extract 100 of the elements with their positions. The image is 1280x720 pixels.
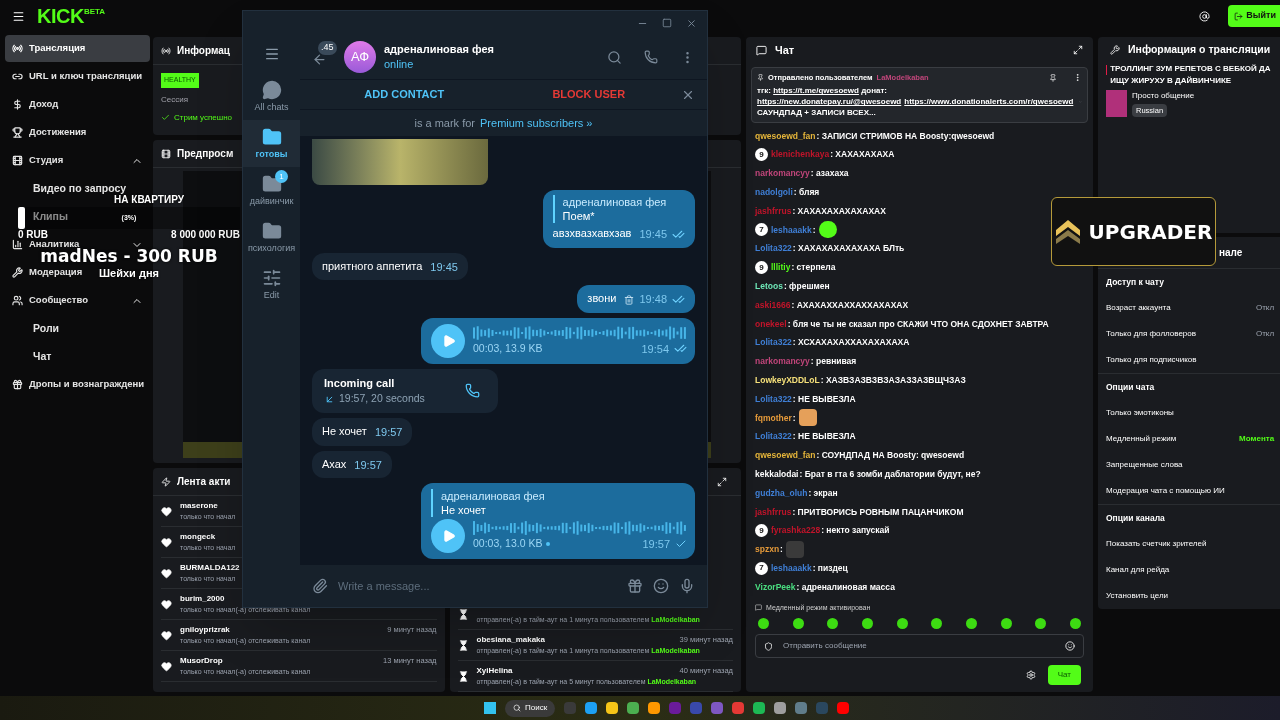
message-input[interactable]: Отправить сообщение: [783, 640, 1055, 652]
chat-username[interactable]: narkomancyy: [755, 355, 810, 368]
emote-icon[interactable]: [1069, 618, 1081, 629]
chat-username[interactable]: Lolita322: [755, 392, 792, 406]
unread-count: .45: [318, 41, 337, 55]
premium-link[interactable]: Premium subscribers »: [480, 114, 593, 132]
microphone-icon[interactable]: [679, 578, 695, 594]
chat-username[interactable]: gudzha_oluh: [755, 486, 808, 500]
settings-label[interactable]: Установить цели: [1106, 590, 1169, 602]
emote-icon[interactable]: [758, 618, 769, 629]
menu-icon[interactable]: [263, 46, 280, 62]
play-button[interactable]: [431, 519, 465, 553]
settings-label[interactable]: Модерация чата с помощью ИИ: [1106, 485, 1225, 497]
chat-username[interactable]: fqmother: [755, 411, 792, 425]
folder-tab[interactable]: психология: [243, 214, 300, 261]
more-icon[interactable]: [1073, 73, 1082, 83]
settings-label[interactable]: Медленный режим: [1106, 433, 1177, 445]
sidebar-item[interactable]: Трансляция: [5, 35, 150, 62]
emote-icon[interactable]: [861, 618, 873, 629]
emote-icon[interactable]: [792, 618, 804, 629]
settings-icon[interactable]: [1025, 670, 1036, 680]
gift-icon[interactable]: [627, 578, 643, 594]
sidebar-item[interactable]: Дропы и вознаграждени: [5, 376, 152, 393]
chat-username[interactable]: leshaaakk: [771, 223, 812, 237]
taskbar-app-icon[interactable]: [606, 702, 619, 714]
folder-tab[interactable]: All chats: [243, 73, 300, 120]
exit-button[interactable]: Выйти: [1228, 5, 1280, 27]
sidebar-item[interactable]: Достижения: [5, 124, 94, 141]
maximize-icon[interactable]: [662, 18, 672, 28]
expand-icon[interactable]: [717, 476, 727, 487]
settings-label[interactable]: Только для фолловеров: [1106, 328, 1196, 340]
message-input[interactable]: Write a message...: [338, 577, 617, 595]
chat-username[interactable]: spzxn: [755, 543, 780, 556]
pinned-link[interactable]: https://t.me/qwesoewd: [773, 86, 859, 96]
taskbar-app-icon[interactable]: [585, 702, 598, 714]
chat-username[interactable]: leshaaakk: [771, 561, 812, 575]
emote-icon[interactable]: [1035, 618, 1047, 629]
settings-label[interactable]: Запрещенные слова: [1106, 459, 1183, 471]
pinned-link[interactable]: https://new.donatepay.ru/@qwesoewd: [757, 97, 902, 107]
expand-icon[interactable]: [1073, 45, 1083, 55]
sidebar-item[interactable]: Сообщество: [5, 292, 150, 309]
film-icon: [161, 148, 171, 159]
settings-label[interactable]: Только для подписчиков: [1106, 354, 1197, 366]
taskbar-app-icon[interactable]: [837, 702, 850, 714]
settings-label[interactable]: Возраст аккаунта: [1106, 302, 1171, 314]
taskbar-app-icon[interactable]: [648, 702, 661, 714]
play-button[interactable]: [431, 323, 465, 358]
chat-username[interactable]: narkomancyy: [755, 167, 810, 180]
emote-icon[interactable]: [1000, 618, 1012, 629]
sidebar-subitem[interactable]: Чат: [24, 348, 61, 365]
chat-username[interactable]: lllitiy: [771, 261, 791, 274]
menu-icon[interactable]: [12, 9, 25, 23]
chat-username[interactable]: kekkalodai: [755, 467, 799, 481]
sidebar-subitem[interactable]: Роли: [24, 320, 69, 337]
folder-tab[interactable]: Edit: [243, 261, 300, 308]
message-composer[interactable]: Write a message...: [300, 565, 707, 607]
unpin-icon[interactable]: [1049, 73, 1057, 82]
back-icon[interactable]: [312, 52, 327, 67]
attach-icon[interactable]: [312, 578, 328, 594]
chat-username[interactable]: Letoos: [755, 279, 783, 293]
heart-icon: [161, 505, 172, 517]
taskbar-app-icon[interactable]: [753, 702, 766, 714]
taskbar-search[interactable]: Поиск: [505, 699, 556, 717]
start-icon[interactable]: [484, 702, 496, 714]
chat-input[interactable]: Отправить сообщение: [755, 634, 1084, 658]
chat-username[interactable]: qwesoewd_fan: [755, 129, 816, 143]
settings-label[interactable]: Канал для рейда: [1106, 564, 1170, 576]
goal-start: 0 RUB: [18, 229, 48, 240]
chat-username[interactable]: LowkeyXDDLoL: [755, 373, 820, 387]
sidebar-subitem[interactable]: Клипы: [24, 208, 77, 225]
emote-icon[interactable]: [827, 618, 839, 629]
add-contact-button[interactable]: ADD CONTACT: [312, 86, 497, 103]
chat-username[interactable]: qwesoewd_fan: [755, 449, 816, 462]
sidebar-item[interactable]: Студия: [5, 152, 150, 169]
emoji-icon[interactable]: [653, 578, 669, 594]
pinned-link[interactable]: https://www.donationalerts.com/r/qwesoewd: [904, 97, 1074, 107]
kick-logo[interactable]: KICK: [37, 6, 84, 26]
sidebar-item[interactable]: Доход: [5, 96, 66, 113]
folder-tab[interactable]: готовы: [243, 120, 300, 167]
settings-label[interactable]: Только эмотиконы: [1106, 407, 1174, 419]
sidebar-item[interactable]: URL и ключ трансляции: [5, 68, 150, 85]
emote-icon[interactable]: [931, 618, 943, 629]
phone-icon[interactable]: [644, 50, 658, 64]
chat-username[interactable]: Lolita322: [755, 336, 792, 350]
phone-icon[interactable]: [464, 383, 480, 399]
close-icon[interactable]: [686, 17, 697, 29]
block-user-button[interactable]: BLOCK USER: [496, 86, 681, 103]
emote-icon[interactable]: [965, 618, 977, 629]
settings-label[interactable]: Показать счетчик зрителей: [1106, 538, 1207, 550]
chat-username[interactable]: Lolita322: [755, 242, 792, 256]
taskbar-app-icon[interactable]: [774, 702, 787, 714]
emote-icon[interactable]: [896, 618, 908, 629]
chat-username[interactable]: nadolgoli: [755, 186, 793, 199]
chat-username[interactable]: Lolita322: [755, 430, 792, 444]
folder-tab[interactable]: 1 дайвинчик: [243, 167, 300, 214]
send-chat-button[interactable]: Чат: [1047, 665, 1081, 685]
sidebar-item[interactable]: Модерация: [5, 264, 90, 281]
search-icon[interactable]: [607, 49, 622, 65]
taskbar-app-icon[interactable]: [627, 702, 640, 714]
chat-username[interactable]: VizorPeek: [755, 580, 796, 594]
